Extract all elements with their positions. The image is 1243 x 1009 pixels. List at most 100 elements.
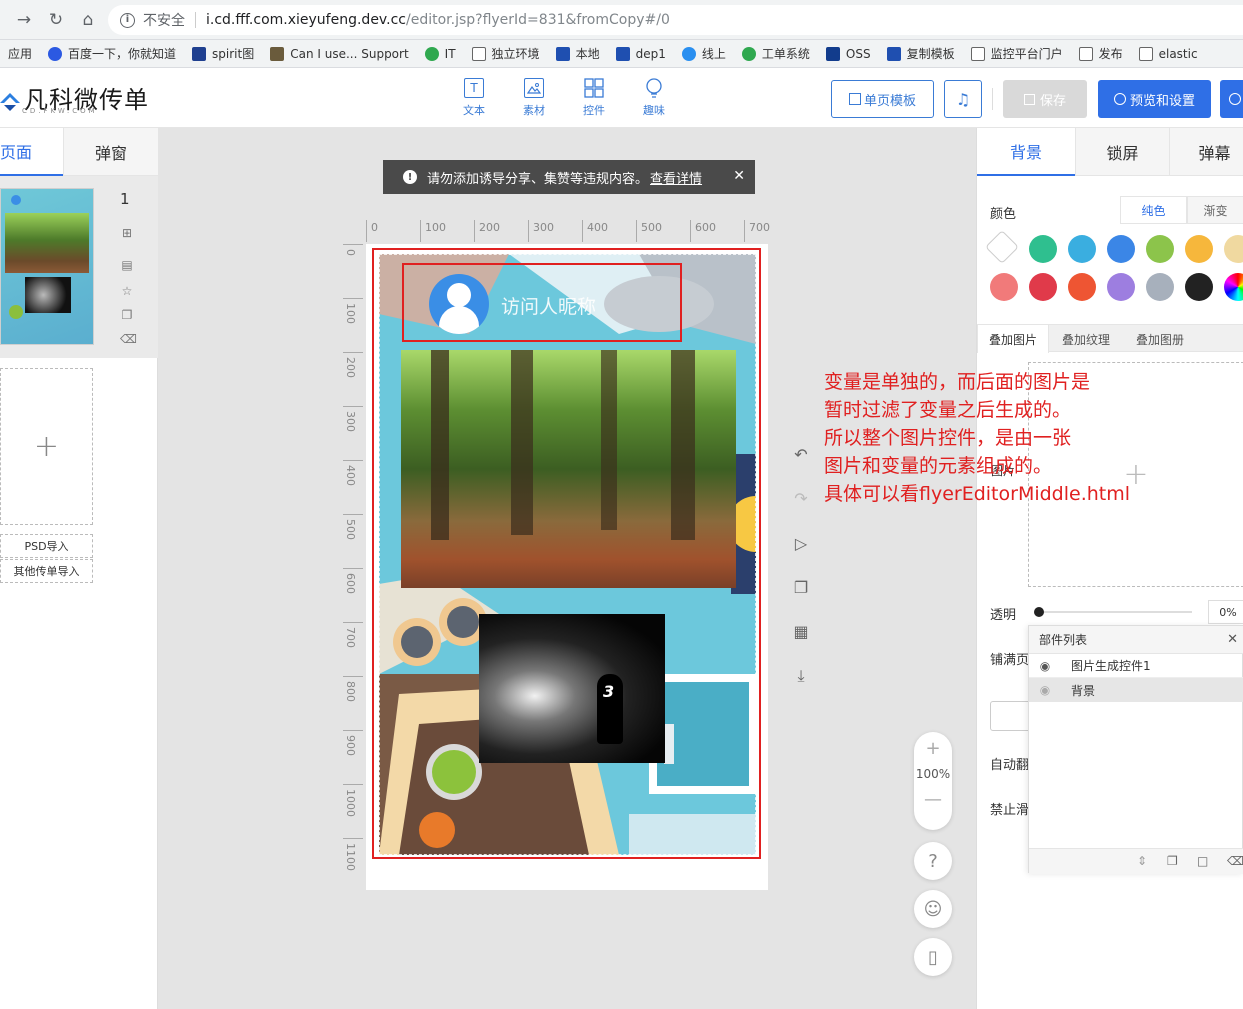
solid-color-toggle[interactable]: 纯色	[1120, 196, 1187, 224]
psd-import-button[interactable]: PSD导入	[0, 534, 93, 558]
copy-icon[interactable]: ❐	[120, 308, 134, 322]
bookmark-online[interactable]: 线上	[674, 40, 734, 67]
undo-icon[interactable]: ↶	[791, 445, 811, 465]
trash-icon[interactable]: ⌫	[120, 332, 137, 346]
tool-material[interactable]: 素材	[514, 78, 554, 118]
page-thumbnail[interactable]	[0, 188, 94, 345]
back-arrow-icon[interactable]: →	[14, 10, 34, 30]
publish-button[interactable]	[1220, 80, 1243, 118]
opacity-slider-handle[interactable]	[1034, 607, 1044, 617]
tab-danmaku[interactable]: 弹幕	[1169, 128, 1243, 176]
layer-row-background[interactable]: ◉ 背景	[1029, 678, 1243, 702]
zoom-control: + 100% —	[914, 732, 952, 830]
save-button[interactable]: 保存	[1003, 80, 1087, 118]
bookmark-baidu[interactable]: 百度一下，你就知道	[40, 40, 184, 67]
variable-element-selection[interactable]	[402, 263, 682, 342]
bookmark-oss[interactable]: OSS	[818, 40, 879, 67]
swatch-gray[interactable]	[1146, 273, 1174, 301]
bookmark-local[interactable]: 本地	[548, 40, 608, 67]
button-label: PSD导入	[24, 540, 69, 553]
tab-popups[interactable]: 弹窗	[63, 128, 158, 176]
trash-icon[interactable]: ⌫	[1227, 854, 1243, 868]
eye-icon[interactable]: ◉	[1029, 659, 1061, 673]
notice-details-link[interactable]: 查看详情	[650, 168, 702, 187]
opacity-value-input[interactable]: 0%	[1208, 600, 1243, 624]
bookmark-copy-template[interactable]: 复制模板	[879, 40, 963, 67]
zoom-out-icon[interactable]: —	[914, 789, 952, 810]
bookmark-label: 独立环境	[491, 47, 540, 61]
tab-background[interactable]: 背景	[977, 128, 1075, 176]
redo-icon[interactable]: ↷	[791, 489, 811, 509]
help-button[interactable]: ?	[914, 842, 952, 880]
tool-fun[interactable]: 趣味	[634, 78, 674, 118]
swatch-purple[interactable]	[1107, 273, 1135, 301]
grid-icon[interactable]: ▦	[791, 622, 811, 642]
add-page-icon[interactable]: ⊞	[120, 226, 134, 240]
ruler-tick: 600	[690, 220, 716, 242]
swatch-green[interactable]	[1029, 235, 1057, 263]
bookmark-apps[interactable]: 应用	[0, 40, 40, 67]
bookmark-monitor[interactable]: 监控平台门户	[963, 40, 1071, 67]
tab-overlay-album[interactable]: 叠加图册	[1123, 325, 1197, 353]
ruler-tick: 400	[344, 465, 357, 486]
home-icon[interactable]: ⌂	[78, 10, 98, 30]
close-icon[interactable]: ✕	[733, 168, 745, 184]
bookmark-caniuse[interactable]: Can I use... Support	[262, 40, 416, 67]
tab-lockscreen[interactable]: 锁屏	[1075, 128, 1169, 176]
layer-row-image-widget[interactable]: ◉ 图片生成控件1	[1029, 654, 1243, 678]
swatch-white[interactable]	[985, 230, 1019, 264]
tool-text[interactable]: T 文本	[454, 78, 494, 118]
ruler-tick: 300	[528, 220, 554, 242]
align-icon[interactable]: ⇕	[1137, 854, 1147, 868]
star-icon[interactable]: ☆	[120, 284, 134, 298]
other-flyer-import-button[interactable]: 其他传单导入	[0, 559, 93, 583]
mobile-preview-button[interactable]: ▯	[914, 938, 952, 976]
tab-pages[interactable]: 页面	[0, 128, 63, 176]
layers-icon[interactable]: ❐	[791, 578, 811, 598]
close-icon[interactable]: ✕	[1227, 632, 1238, 647]
bookmark-it[interactable]: IT	[417, 40, 464, 67]
swatch-lime[interactable]	[1146, 235, 1174, 263]
single-page-template-button[interactable]: 单页模板	[831, 80, 934, 118]
info-icon[interactable]: i	[120, 12, 135, 28]
swatch-black[interactable]	[1185, 273, 1213, 301]
play-icon[interactable]: ▷	[791, 534, 811, 554]
button-label: 预览和设置	[1129, 93, 1195, 109]
download-icon[interactable]: ⤓	[791, 666, 811, 686]
swatch-beige[interactable]	[1224, 235, 1243, 263]
swatch-custom-rainbow[interactable]	[1224, 273, 1243, 301]
layout-icon[interactable]: ▤	[120, 258, 134, 272]
tab-overlay-texture[interactable]: 叠加纹理	[1049, 325, 1123, 353]
preview-settings-button[interactable]: 预览和设置	[1098, 80, 1211, 118]
logo-icon	[0, 89, 20, 111]
copy-icon[interactable]: ❐	[1167, 854, 1178, 868]
zoom-in-icon[interactable]: +	[914, 738, 952, 759]
logo[interactable]: 凡科微传单 CD.FKW.COM	[0, 80, 149, 120]
bookmark-ticket[interactable]: 工单系统	[734, 40, 818, 67]
tool-widgets[interactable]: 控件	[574, 78, 614, 118]
music-button[interactable]: ♫	[944, 80, 982, 118]
tab-overlay-image[interactable]: 叠加图片	[977, 324, 1049, 353]
swatch-pink[interactable]	[990, 273, 1018, 301]
page-thumbnail-row[interactable]: 1 ⊞ ▤ ☆ ❐ ⌫	[0, 176, 158, 358]
bookmarks-bar: 应用 百度一下，你就知道 spirit图 Can I use... Suppor…	[0, 40, 1243, 68]
address-bar[interactable]: i 不安全 i.cd.fff.com.xieyufeng.dev.cc /edi…	[108, 5, 1243, 35]
gradient-toggle[interactable]: 渐变	[1187, 196, 1243, 224]
bookmark-standalone[interactable]: 独立环境	[464, 40, 548, 67]
add-page-button[interactable]: +	[0, 368, 93, 525]
bookmark-elastic[interactable]: elastic	[1131, 40, 1206, 67]
swatch-orange[interactable]	[1185, 235, 1213, 263]
account-button[interactable]: ☺	[914, 890, 952, 928]
swatch-vermilion[interactable]	[1068, 273, 1096, 301]
bookmark-spirit[interactable]: spirit图	[184, 40, 262, 67]
eye-icon[interactable]: ◉	[1029, 683, 1061, 697]
opacity-slider-track[interactable]	[1039, 611, 1192, 613]
swatch-red[interactable]	[1029, 273, 1057, 301]
reload-icon[interactable]: ↻	[46, 10, 66, 30]
folder-icon[interactable]: □	[1197, 854, 1208, 868]
bookmark-publish[interactable]: 发布	[1071, 40, 1131, 67]
tool-label: 素材	[523, 104, 545, 117]
bookmark-dep1[interactable]: dep1	[608, 40, 674, 67]
swatch-blue[interactable]	[1107, 235, 1135, 263]
swatch-cyan[interactable]	[1068, 235, 1096, 263]
